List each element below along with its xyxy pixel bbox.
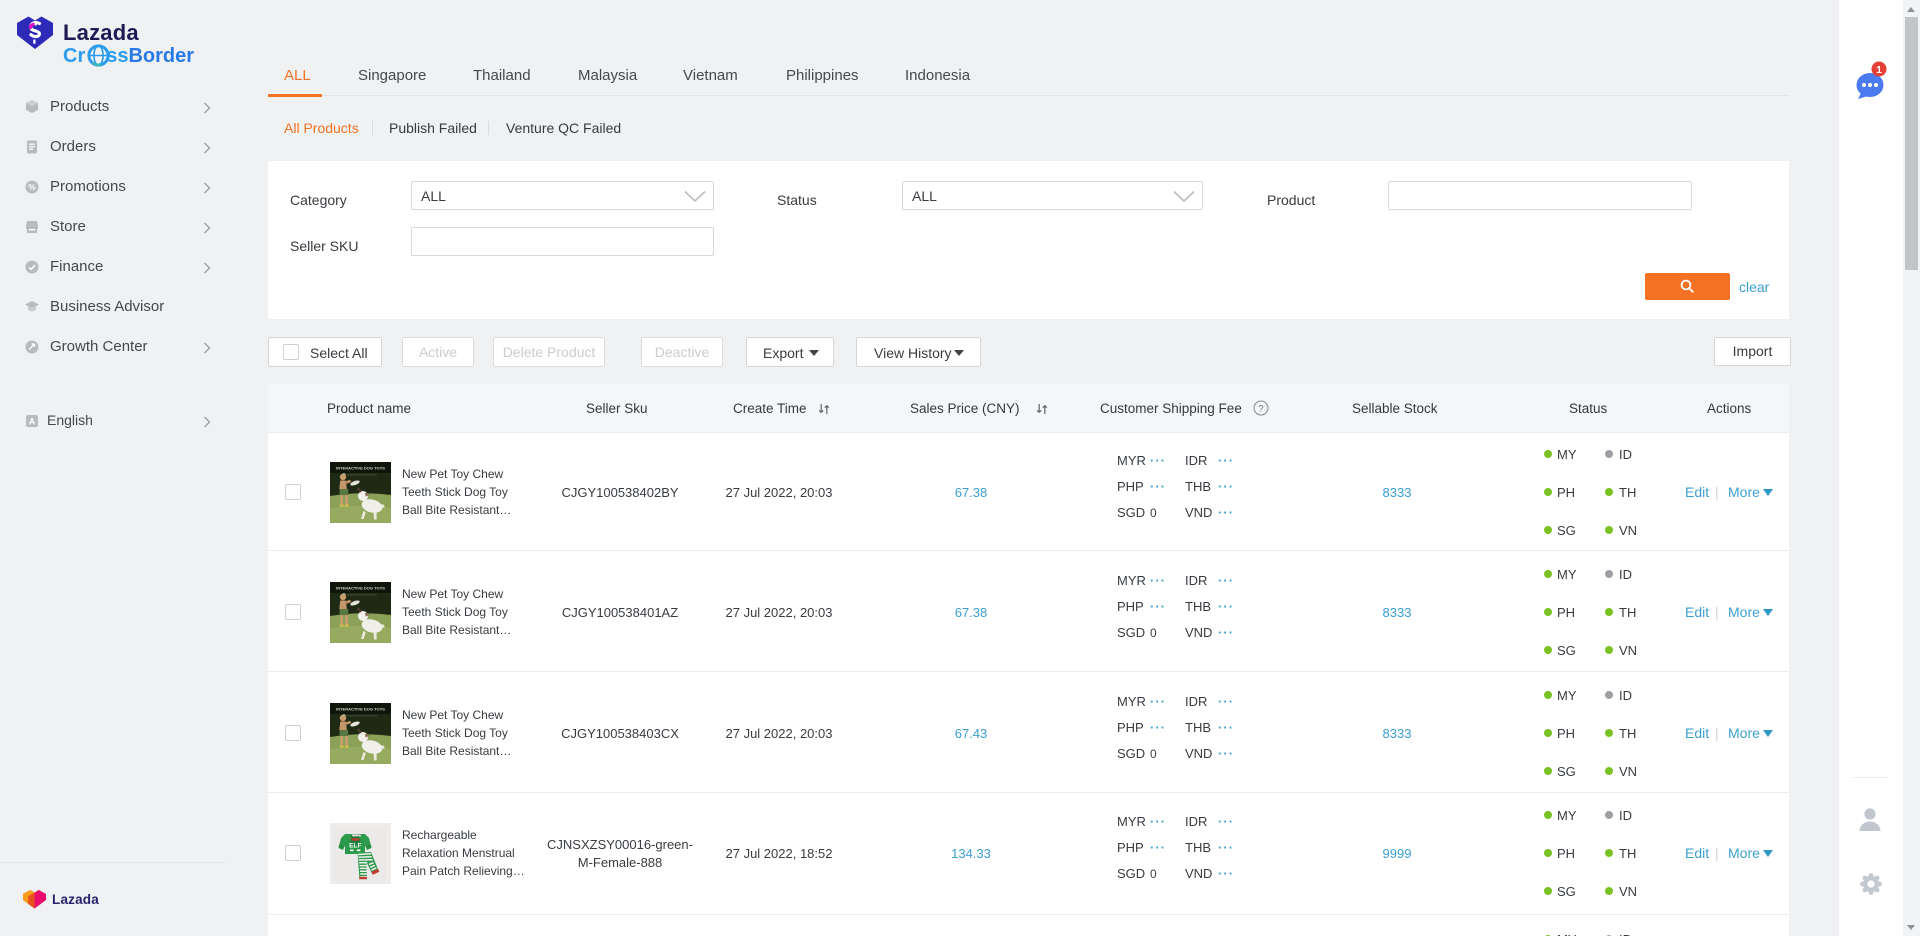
svg-text:INTERACTIVE DOG TOYS: INTERACTIVE DOG TOYS bbox=[336, 466, 385, 471]
svg-text:INTERACTIVE DOG TOYS: INTERACTIVE DOG TOYS bbox=[336, 586, 385, 591]
svg-text:INTERACTIVE DOG TOYS: INTERACTIVE DOG TOYS bbox=[336, 707, 385, 712]
svg-text:ELF: ELF bbox=[349, 843, 361, 850]
svg-text:%: % bbox=[28, 182, 36, 192]
svg-text:A: A bbox=[29, 417, 36, 427]
svg-text:1: 1 bbox=[1876, 64, 1882, 76]
svg-text:?: ? bbox=[1258, 404, 1263, 415]
